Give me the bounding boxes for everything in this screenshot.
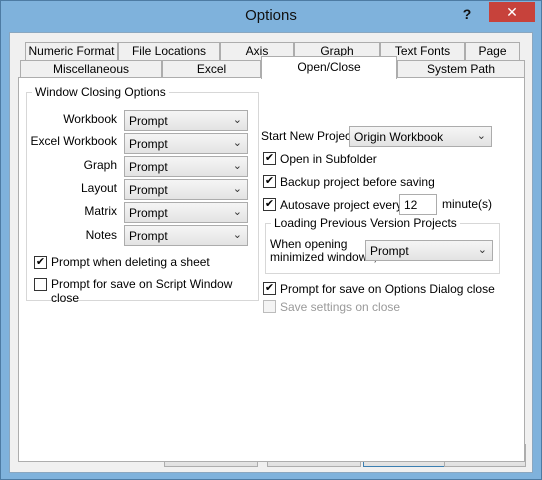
notes-select-value: Prompt — [129, 229, 168, 243]
tab-excel[interactable]: Excel — [162, 60, 261, 78]
start-new-project-select[interactable]: Origin Workbook ⌄ — [349, 126, 492, 147]
when-opening-label: When opening — [270, 237, 348, 251]
minimized-windows-label: minimized windows, — [270, 250, 377, 264]
chevron-down-icon: ⌄ — [232, 160, 242, 172]
tab-miscellaneous[interactable]: Miscellaneous — [20, 60, 162, 78]
prompt-script-window-checkbox[interactable] — [34, 278, 47, 291]
tab-numeric-format[interactable]: Numeric Format — [25, 42, 118, 60]
prompt-delete-sheet-checkbox[interactable]: ✔ — [34, 256, 47, 269]
dialog-client: Numeric Format File Locations Axis Graph… — [9, 32, 533, 473]
chevron-down-icon: ⌄ — [232, 137, 242, 149]
tab-open-close[interactable]: Open/Close — [261, 56, 397, 79]
minimized-windows-select[interactable]: Prompt ⌄ — [365, 240, 493, 261]
tab-panel-open-close: Window Closing Options Workbook Prompt ⌄… — [18, 77, 525, 462]
matrix-label: Matrix — [84, 204, 117, 218]
tab-file-locations[interactable]: File Locations — [118, 42, 220, 60]
tab-page[interactable]: Page — [465, 42, 520, 60]
chevron-down-icon: ⌄ — [476, 130, 486, 142]
chevron-down-icon: ⌄ — [477, 244, 487, 256]
loading-previous-version-group: Loading Previous Version Projects When o… — [265, 216, 500, 274]
layout-label: Layout — [80, 181, 117, 195]
matrix-select-value: Prompt — [129, 206, 168, 220]
layout-select-value: Prompt — [129, 183, 168, 197]
excel-workbook-label: Excel Workbook — [30, 134, 117, 148]
excel-workbook-select-value: Prompt — [129, 137, 168, 151]
start-new-project-label: Start New Project — [261, 129, 355, 143]
save-settings-close-label: Save settings on close — [280, 300, 401, 314]
autosave-label: Autosave project every — [280, 198, 403, 212]
close-button[interactable]: ✕ — [489, 2, 535, 22]
open-in-subfolder-checkbox[interactable]: ✔ — [263, 152, 276, 165]
graph-select-value: Prompt — [129, 160, 168, 174]
open-in-subfolder-label: Open in Subfolder — [280, 152, 377, 166]
chevron-down-icon: ⌄ — [232, 183, 242, 195]
prompt-options-close-label: Prompt for save on Options Dialog close — [280, 282, 495, 296]
chevron-down-icon: ⌄ — [232, 229, 242, 241]
layout-select[interactable]: Prompt ⌄ — [124, 179, 248, 200]
graph-select[interactable]: Prompt ⌄ — [124, 156, 248, 177]
save-settings-close-checkbox[interactable] — [263, 300, 276, 313]
loading-previous-version-title: Loading Previous Version Projects — [271, 216, 460, 230]
notes-select[interactable]: Prompt ⌄ — [124, 225, 248, 246]
options-window: Options ? ✕ Numeric Format File Location… — [0, 0, 542, 480]
chevron-down-icon: ⌄ — [232, 114, 242, 126]
window-closing-options-title: Window Closing Options — [32, 85, 169, 99]
prompt-options-close-checkbox[interactable]: ✔ — [263, 282, 276, 295]
start-new-project-value: Origin Workbook — [354, 130, 444, 144]
autosave-checkbox[interactable]: ✔ — [263, 198, 276, 211]
notes-label: Notes — [85, 228, 117, 242]
prompt-script-window-label: Prompt for save on Script Window close — [51, 277, 233, 305]
backup-before-saving-checkbox[interactable]: ✔ — [263, 175, 276, 188]
autosave-minutes-input[interactable]: 12 — [399, 194, 437, 215]
graph-label: Graph — [83, 158, 117, 172]
workbook-select-value: Prompt — [129, 114, 168, 128]
matrix-select[interactable]: Prompt ⌄ — [124, 202, 248, 223]
title-bar: Options ? ✕ — [1, 1, 541, 31]
tab-system-path[interactable]: System Path — [397, 60, 525, 78]
window-closing-options-group: Window Closing Options Workbook Prompt ⌄… — [26, 85, 259, 305]
chevron-down-icon: ⌄ — [232, 206, 242, 218]
excel-workbook-select[interactable]: Prompt ⌄ — [124, 133, 248, 154]
workbook-select[interactable]: Prompt ⌄ — [124, 110, 248, 131]
autosave-unit-label: minute(s) — [442, 197, 493, 211]
minimized-windows-value: Prompt — [370, 244, 409, 258]
workbook-label: Workbook — [63, 112, 117, 126]
prompt-delete-sheet-label: Prompt when deleting a sheet — [51, 255, 210, 269]
backup-before-saving-label: Backup project before saving — [280, 175, 435, 189]
help-button[interactable]: ? — [454, 4, 480, 24]
